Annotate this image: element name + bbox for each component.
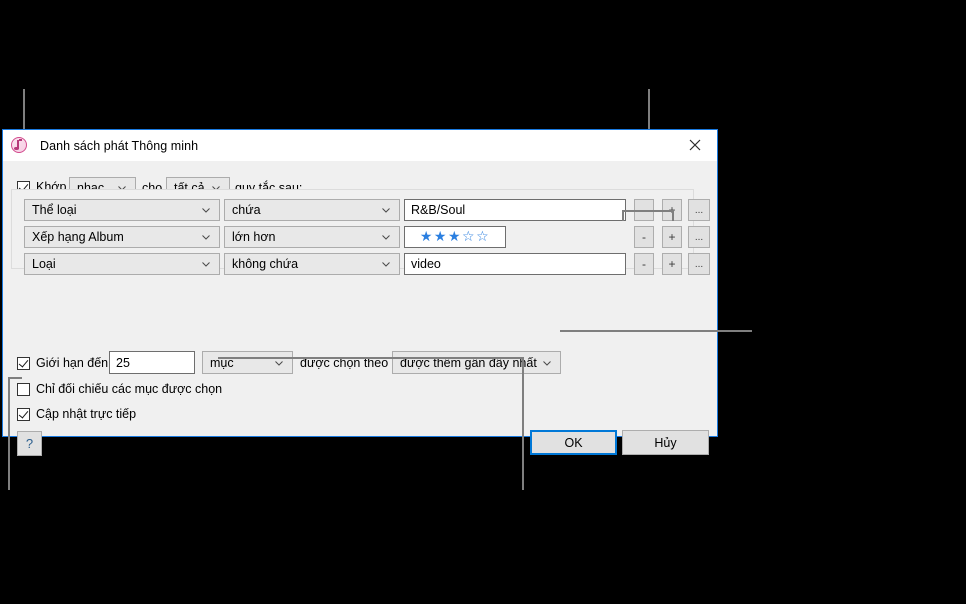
rule-operator-value: chứa xyxy=(232,203,261,217)
rule-operator-dropdown[interactable]: lớn hơn xyxy=(224,226,400,248)
rule-add-label: + xyxy=(668,257,676,271)
itunes-music-note-icon xyxy=(11,136,29,155)
chevron-down-icon xyxy=(275,360,283,366)
match-only-checked-label: Chỉ đối chiếu các mục được chọn xyxy=(36,382,223,396)
rule-more-button[interactable]: ... xyxy=(688,253,710,275)
close-icon[interactable] xyxy=(672,130,717,160)
rule-add-button[interactable]: + xyxy=(662,226,682,248)
rule-more-button[interactable]: ... xyxy=(688,199,710,221)
live-updating-checkbox[interactable]: Cập nhật trực tiếp xyxy=(17,407,136,421)
rule-operator-dropdown[interactable]: không chứa xyxy=(224,253,400,275)
ok-button-label: OK xyxy=(564,435,583,450)
rule-remove-label: - xyxy=(642,257,646,271)
rule-field-value: Xếp hạng Album xyxy=(32,230,124,244)
limit-checkbox-label: Giới hạn đến xyxy=(36,356,109,370)
rule-remove-button[interactable]: - xyxy=(634,253,654,275)
rules-group: Thể loại chứa R&B/Soul - + ... xyxy=(11,189,710,275)
help-button-label: ? xyxy=(25,436,34,451)
limit-unit-dropdown[interactable]: mục xyxy=(202,351,293,374)
match-only-checked-checkbox[interactable]: Chỉ đối chiếu các mục được chọn xyxy=(17,382,222,396)
callout-line-matchonly-horizontal xyxy=(218,357,524,359)
rule-rating-input[interactable]: ★★★☆☆ xyxy=(404,226,506,248)
chevron-down-icon xyxy=(382,262,390,267)
rule-field-dropdown[interactable]: Xếp hạng Album xyxy=(24,226,220,248)
rule-value-input[interactable]: R&B/Soul xyxy=(404,199,626,221)
dialog-title-bar: Danh sách phát Thông minh xyxy=(3,130,717,161)
rule-add-button[interactable]: + xyxy=(662,253,682,275)
rule-field-dropdown[interactable]: Thể loại xyxy=(24,199,220,221)
rule-field-dropdown[interactable]: Loại xyxy=(24,253,220,275)
callout-bracket-addremove-horizontal xyxy=(622,210,674,212)
sort-order-dropdown[interactable]: được thêm gần đây nhất xyxy=(392,351,561,374)
chevron-down-icon xyxy=(382,235,390,240)
callout-line-matchonly-vertical xyxy=(522,357,524,490)
live-updating-box xyxy=(17,407,30,421)
chevron-down-icon xyxy=(543,360,551,366)
callout-bracket-addremove-right-tick xyxy=(672,210,674,221)
rule-remove-button[interactable]: - xyxy=(634,226,654,248)
callout-bracket-addremove-left-tick xyxy=(622,210,624,221)
rule-remove-label: - xyxy=(642,230,646,244)
callout-line-liveupdate-vertical xyxy=(8,377,10,490)
limit-checkbox[interactable]: Giới hạn đến xyxy=(17,356,108,370)
rule-value-text: video xyxy=(411,257,441,271)
rule-more-button[interactable]: ... xyxy=(688,226,710,248)
rule-add-label: + xyxy=(668,230,676,244)
rule-value-input[interactable]: video xyxy=(404,253,626,275)
ok-button[interactable]: OK xyxy=(530,430,617,455)
callout-line-sortorder-horizontal xyxy=(560,330,752,332)
rule-field-value: Thể loại xyxy=(32,203,77,217)
chevron-down-icon xyxy=(202,235,210,240)
live-updating-label: Cập nhật trực tiếp xyxy=(36,407,137,421)
help-button[interactable]: ? xyxy=(17,431,42,456)
limit-amount-input[interactable]: 25 xyxy=(109,351,195,374)
rating-stars: ★★★☆☆ xyxy=(419,229,491,245)
chevron-down-icon xyxy=(202,262,210,267)
rule-field-value: Loại xyxy=(32,257,56,271)
chevron-down-icon xyxy=(382,208,390,213)
callout-line-liveupdate-horizontal xyxy=(8,377,22,379)
rule-operator-dropdown[interactable]: chứa xyxy=(224,199,400,221)
chevron-down-icon xyxy=(202,208,210,213)
rule-operator-value: lớn hơn xyxy=(232,230,276,244)
rule-more-label: ... xyxy=(694,231,704,243)
smart-playlist-dialog: Danh sách phát Thông minh Khớp nhạc cho … xyxy=(2,129,718,456)
dialog-title: Danh sách phát Thông minh xyxy=(40,138,199,153)
cancel-button[interactable]: Hủy xyxy=(622,430,709,455)
rule-operator-value: không chứa xyxy=(232,257,299,271)
cancel-button-label: Hủy xyxy=(654,435,677,450)
rule-more-label: ... xyxy=(694,204,704,216)
rule-more-label: ... xyxy=(694,258,704,270)
limit-amount-value: 25 xyxy=(116,355,130,370)
rule-value-text: R&B/Soul xyxy=(411,203,466,217)
match-only-checked-box xyxy=(17,382,30,396)
limit-checkbox-box xyxy=(17,356,30,370)
dialog-body: Khớp nhạc cho tất cả quy tắc sau: Thể lo… xyxy=(3,161,717,456)
